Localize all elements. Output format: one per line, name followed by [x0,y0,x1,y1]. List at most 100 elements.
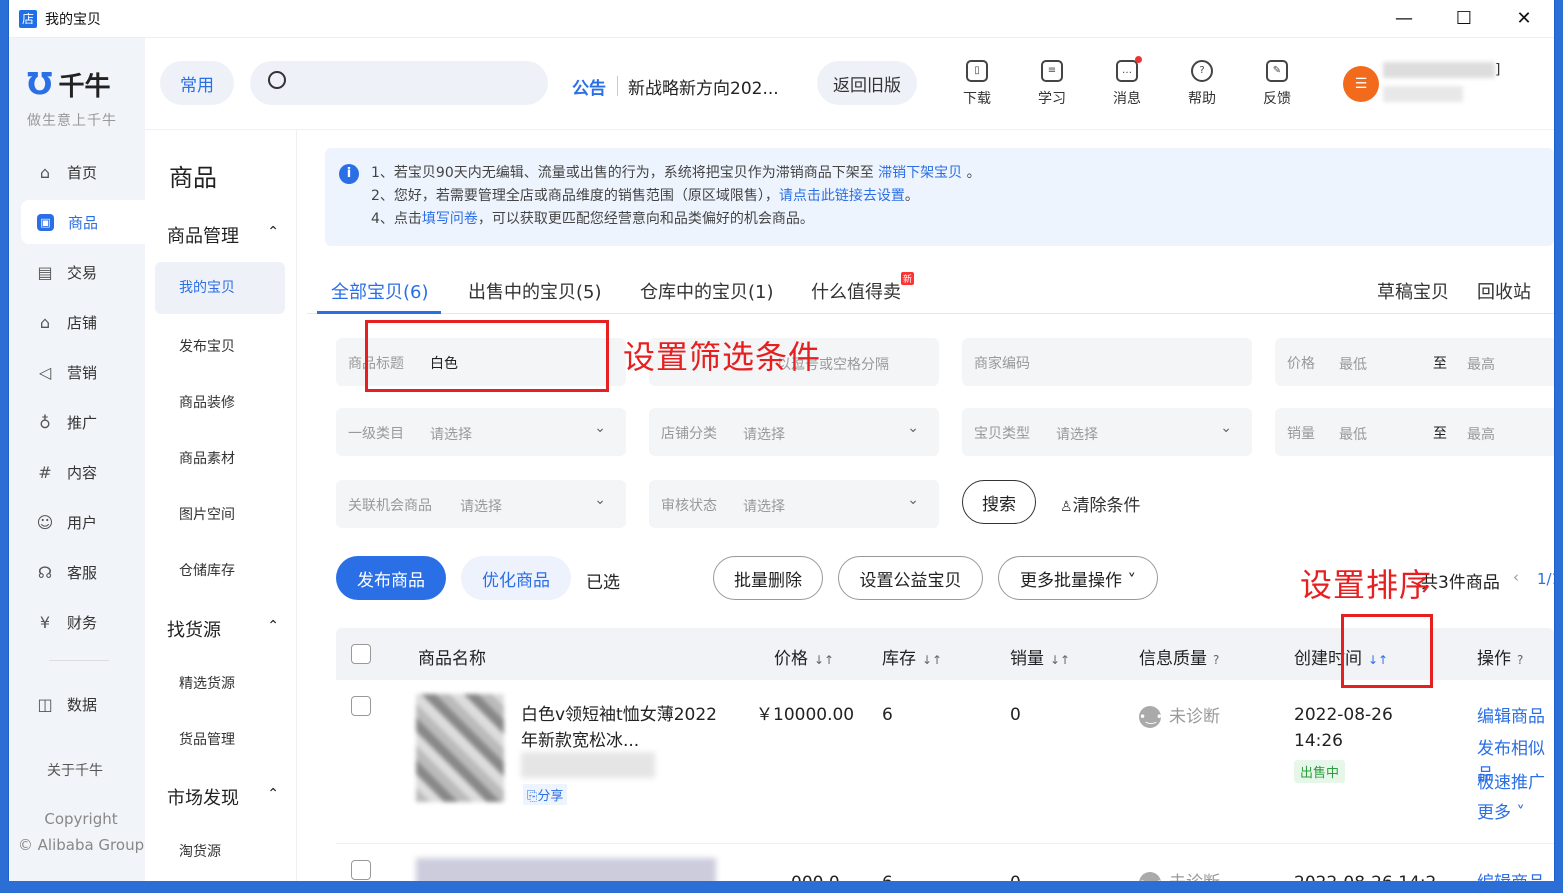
subnav-selected-sources[interactable]: 精选货源 [179,673,235,693]
nav-marketing[interactable]: ◁ 营销 [21,350,145,394]
nav-promotion[interactable]: ♁ 推广 [21,400,145,444]
nav-data[interactable]: ◫ 数据 [21,682,145,726]
maximize-icon[interactable]: ☐ [1449,8,1479,29]
search-input[interactable] [250,61,548,105]
sort-highlight-box [1341,614,1433,688]
learn-button[interactable]: ≡ 学习 [1022,60,1082,108]
close-icon[interactable]: ✕ [1509,8,1539,29]
announcement-text[interactable]: 新战略新方向202... [628,74,779,99]
sort-icon[interactable]: ↓↑ [814,653,834,667]
subnav-goods-management[interactable]: 货品管理 [179,729,235,749]
row-checkbox[interactable] [351,696,371,716]
category-select[interactable]: 一级类目 请选择 ⌄ [336,408,626,456]
shop-category-select[interactable]: 店铺分类 请选择 ⌄ [649,408,939,456]
download-button[interactable]: ▯ 下载 [947,60,1007,108]
new-badge: 新 [901,272,915,285]
minimize-icon[interactable]: — [1389,8,1419,29]
audit-status-select[interactable]: 审核状态 请选择 ⌄ [649,480,939,528]
col-quality: 信息质量? [1139,649,1220,669]
quick-promote-link[interactable]: 极速推广 [1477,770,1545,796]
tab-worth-selling[interactable]: 什么值得卖新 [811,272,915,304]
batch-delete-button[interactable]: 批量删除 [713,556,823,600]
sort-icon[interactable]: ↓↑ [1050,653,1070,667]
sales-range-filter[interactable]: 销量 最低 至 最高 [1275,408,1554,456]
help-button[interactable]: ? 帮助 [1172,60,1232,108]
unsold-items-link[interactable]: 滞销下架宝贝 [878,165,962,181]
optimize-item-button[interactable]: 优化商品 [461,556,571,600]
price-min-input[interactable]: 最低 [1339,354,1367,374]
nav-user[interactable]: ☺ 用户 [21,500,145,544]
back-old-version-button[interactable]: 返回旧版 [817,61,917,105]
merchant-code-filter[interactable]: 商家编码 [962,338,1252,386]
tab-on-sale[interactable]: 出售中的宝贝(5) [468,278,602,304]
set-charity-button[interactable]: 设置公益宝贝 [838,556,983,600]
nav-home[interactable]: ⌂ 首页 [21,150,145,194]
group-goods-management[interactable]: 商品管理 ⌃ [167,222,287,248]
nav-content[interactable]: # 内容 [21,450,145,494]
copyright: Copyright [44,810,118,828]
sort-icon[interactable]: ↓↑ [922,653,942,667]
avatar[interactable]: ☰ [1343,66,1379,102]
question-icon[interactable]: ? [1213,653,1219,667]
search-icon [268,71,286,89]
price-max-input[interactable]: 最高 [1467,354,1495,374]
col-price[interactable]: 价格 ↓↑ [774,644,834,669]
nav-shop[interactable]: ⌂ 店铺 [21,300,145,344]
chevron-down-icon: ⌄ [594,492,606,508]
subnav-my-items[interactable]: 我的宝贝 [155,262,285,314]
group-sourcing[interactable]: 找货源 ⌃ [167,616,287,642]
tab-recycle-bin[interactable]: 回收站 [1477,278,1531,304]
opportunity-select[interactable]: 关联机会商品 请选择 ⌄ [336,480,626,528]
tab-drafts[interactable]: 草稿宝贝 [1377,278,1449,304]
col-stock[interactable]: 库存 ↓↑ [882,644,942,669]
message-button[interactable]: … 消息 [1097,56,1157,108]
stock-value: 6 [882,870,893,881]
questionnaire-link[interactable]: 填写问卷 [422,211,478,227]
home-icon: ⌂ [39,162,51,182]
publish-item-button[interactable]: 发布商品 [336,556,446,600]
nav-finance[interactable]: ¥ 财务 [21,600,145,644]
slogan: 做生意上千牛 [27,113,117,129]
col-name: 商品名称 [418,649,486,669]
more-ops-link[interactable]: 更多 ˅ [1477,800,1525,826]
notice-line-3: 4、点击填写问卷，可以获取更匹配您经营意向和品类偏好的机会商品。 [371,211,814,227]
top-bar: 常用 公告 新战略新方向202... 返回旧版 ▯ 下载 ≡ 学习 … 消息 ? 帮助 … [145,38,1554,130]
prev-page-icon[interactable]: ‹ [1513,568,1519,586]
subnav-taohuoyuan[interactable]: 淘货源 [179,841,221,861]
sales-max-input[interactable]: 最高 [1467,424,1495,444]
sales-min-input[interactable]: 最低 [1339,424,1367,444]
subnav-publish[interactable]: 发布宝贝 [179,336,235,356]
subnav-image-space[interactable]: 图片空间 [179,504,235,524]
logo-text: 千牛 [58,72,111,102]
share-button[interactable]: ⎘分享 [523,784,568,805]
edit-item-link[interactable]: 编辑商品 [1477,704,1545,730]
more-batch-ops-button[interactable]: 更多批量操作 ˅ [998,556,1158,600]
row-checkbox[interactable] [351,860,371,880]
common-button[interactable]: 常用 [160,61,234,105]
product-title[interactable]: 白色v领短袖t恤女薄2022年新款宽松冰... [521,702,721,754]
subnav-inventory[interactable]: 仓储库存 [179,560,235,580]
subnav-material[interactable]: 商品素材 [179,448,235,468]
question-icon[interactable]: ? [1517,653,1523,667]
nav-trade[interactable]: ▤ 交易 [21,250,145,294]
search-button[interactable]: 搜索 [962,480,1036,524]
col-sales[interactable]: 销量 ↓↑ [1010,644,1070,669]
subnav-decoration[interactable]: 商品装修 [179,392,235,412]
nav-service[interactable]: ☊ 客服 [21,550,145,594]
chevron-down-icon: ⌄ [1220,420,1232,436]
item-type-select[interactable]: 宝贝类型 请选择 ⌄ [962,408,1252,456]
about-link[interactable]: 关于千牛 [47,760,103,780]
edit-item-link[interactable]: 编辑商品 [1477,870,1545,881]
product-thumbnail[interactable] [416,694,504,802]
clear-filters-button[interactable]: ♙清除条件 [1060,491,1141,516]
feedback-button[interactable]: ✎ 反馈 [1247,60,1307,108]
sales-range-link[interactable]: 请点击此链接去设置 [779,188,905,204]
group-market[interactable]: 市场发现 ⌃ [167,784,287,810]
price-range-filter[interactable]: 价格 最低 至 最高 [1275,338,1554,386]
tab-warehouse[interactable]: 仓库中的宝贝(1) [640,278,774,304]
tab-all-items[interactable]: 全部宝贝(6) [331,278,429,304]
user-icon: ☺ [36,512,54,532]
select-all-checkbox[interactable] [351,644,371,664]
nav-goods[interactable]: ▣ 商品 [21,200,145,244]
main-content: i 1、若宝贝90天内无编辑、流量或出售的行为，系统将把宝贝作为滞销商品下架至 … [307,130,1554,881]
